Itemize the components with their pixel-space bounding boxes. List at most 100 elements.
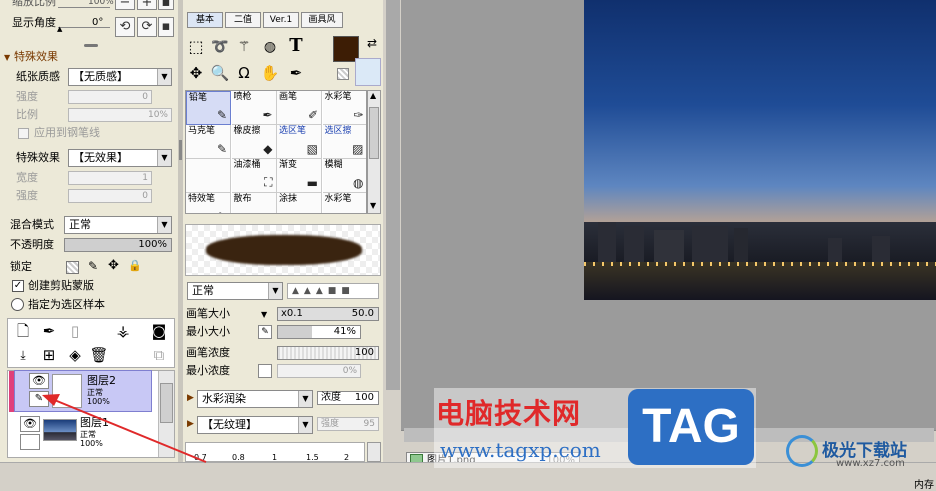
brush-slot[interactable]: 涂抹〜 — [277, 193, 322, 213]
clip-mask-checkbox[interactable]: ✓ — [12, 280, 24, 292]
brush-scroll-thumb[interactable] — [369, 107, 379, 159]
min-density-toggle[interactable] — [258, 364, 272, 378]
eyedropper-icon[interactable]: ✒ — [285, 62, 307, 84]
apply-pen-checkbox[interactable] — [18, 128, 29, 139]
min-density-bar[interactable]: 0% — [277, 364, 361, 378]
brush-scrollbar[interactable]: ▲ ▼ — [367, 90, 381, 214]
size-preset[interactable]: 0.8 — [232, 453, 245, 462]
brush-slot[interactable]: 渐变 ▬ — [277, 159, 322, 193]
scroll-down-icon[interactable]: ▼ — [370, 201, 376, 210]
brush-size-bar[interactable]: x0.1 50.0 — [277, 307, 379, 321]
dropdown-arrow-icon: ▼ — [298, 417, 312, 433]
zoom-in-button[interactable]: + — [137, 0, 157, 10]
lock-paint-icon[interactable]: ✎ — [88, 259, 98, 273]
size-preset[interactable]: 1.5 — [306, 453, 319, 462]
preset-scrollbar[interactable] — [367, 442, 381, 462]
tab-paint-style[interactable]: 画具风 — [301, 12, 343, 28]
merge-visible-icon[interactable]: ⊞ — [38, 344, 60, 366]
lock-all-icon[interactable]: 🔒 — [128, 259, 142, 272]
rotate-tool-icon[interactable]: Ω — [233, 62, 255, 84]
mid-splitter[interactable] — [383, 0, 401, 462]
magic-wand-icon[interactable]: ⚚ — [233, 36, 255, 58]
rotate-reset-button[interactable]: ▪ — [158, 17, 174, 37]
new-folder-icon[interactable]: ▯ — [64, 320, 86, 342]
opacity-bar[interactable]: 100% — [64, 238, 172, 252]
blend-mode-select[interactable]: 正常 ▼ — [64, 216, 172, 234]
strength2-bar[interactable]: 0 — [68, 189, 152, 203]
brush-slot[interactable]: 油漆桶 ⛶ — [231, 159, 277, 193]
brush-slot[interactable]: 特效笔 ✎ — [186, 193, 231, 213]
min-size-toggle[interactable]: ✎ — [258, 325, 272, 339]
secondary-color-swatch[interactable] — [355, 58, 381, 86]
scroll-up-icon[interactable]: ▲ — [370, 91, 376, 100]
texture-select[interactable]: 【无纹理】 ▼ — [197, 416, 313, 434]
brush-slot[interactable] — [186, 159, 231, 193]
lasso-select-icon[interactable]: ➰ — [209, 36, 231, 58]
zoom-out-button[interactable]: − — [115, 0, 135, 10]
visibility-eye-icon[interactable]: 👁 — [29, 373, 49, 389]
brush-slot[interactable]: 水彩笔✑ — [322, 91, 366, 125]
min-size-bar[interactable]: 41% — [277, 325, 361, 339]
special-effect-select[interactable]: 【无效果】 ▼ — [68, 149, 172, 167]
rotate-left-icon[interactable]: ⟲ — [115, 17, 135, 37]
blend-tool-select[interactable]: 水彩润染 ▼ — [197, 390, 313, 408]
angle-slider-thumb-icon[interactable]: ▲ — [57, 25, 62, 33]
move-tool-icon[interactable]: ✥ — [185, 62, 207, 84]
paper-texture-select[interactable]: 【无质感】 ▼ — [68, 68, 172, 86]
collapse-triangle-icon[interactable]: ▼ — [4, 53, 10, 62]
texture-strength-bar[interactable]: 强度 95 — [317, 417, 379, 431]
brush-icon: ◍ — [353, 176, 364, 190]
shape-select-icon[interactable]: ◍ — [259, 36, 281, 58]
canvas-area[interactable] — [401, 0, 936, 430]
size-mult-arrow-icon[interactable]: ▼ — [261, 310, 267, 319]
zoom-reset-button[interactable]: ▪ — [158, 0, 174, 10]
hand-tool-icon[interactable]: ✋ — [259, 62, 281, 84]
lock-move-icon[interactable]: ✥ — [108, 258, 119, 273]
new-layer-icon[interactable]: 🗋 — [12, 320, 34, 342]
delete-layer-icon[interactable]: 🗑 — [88, 344, 110, 366]
brush-slot[interactable]: 橡皮擦 ◆ — [231, 125, 277, 159]
brush-shape-picker[interactable]: ▲▲▲■■ — [287, 283, 379, 299]
merge-down-icon[interactable]: ⤓ — [12, 344, 34, 366]
new-pen-layer-icon[interactable]: ✒ — [38, 320, 60, 342]
brush-slot[interactable]: 选区笔 ▧ — [277, 125, 322, 159]
special-effects-header[interactable]: 特殊效果 — [14, 50, 58, 64]
splitter-grip[interactable] — [179, 140, 182, 160]
rect-select-icon[interactable]: ⬚ — [185, 36, 207, 58]
v-scroll-track[interactable] — [386, 0, 400, 390]
layer-effect-icon[interactable]: ⚶ — [112, 320, 134, 342]
brush-slot[interactable]: 喷枪 ✒ — [231, 91, 277, 125]
transparent-color-icon[interactable] — [337, 68, 349, 80]
brush-slot[interactable]: 水彩笔✑ — [322, 193, 366, 213]
swap-colors-icon[interactable]: ⇄ — [367, 36, 377, 50]
tab-binary[interactable]: 二值 — [225, 12, 261, 28]
brush-slot[interactable]: 马克笔 ✎ — [186, 125, 231, 159]
text-tool-icon[interactable]: T — [285, 35, 307, 57]
tab-basic[interactable]: 基本 — [187, 12, 223, 28]
panel-divider-handle[interactable] — [84, 44, 98, 47]
blend-density-bar[interactable]: 浓度 100 — [317, 391, 379, 405]
lock-transparency-icon[interactable] — [66, 261, 79, 274]
brush-slot[interactable]: 散布 ∴ — [231, 193, 277, 213]
ratio-bar[interactable]: 10% — [68, 108, 172, 122]
selection-source-radio[interactable] — [11, 298, 24, 311]
brush-slot[interactable]: 模糊 ◍ — [322, 159, 366, 193]
strength-bar[interactable]: 0 — [68, 90, 152, 104]
canvas-image[interactable] — [584, 0, 936, 300]
tab-ver1[interactable]: Ver.1 — [263, 12, 299, 28]
zoom-tool-icon[interactable]: 🔍 — [209, 62, 231, 84]
brush-slot[interactable]: 铅笔 ✎ — [186, 91, 231, 125]
width-bar[interactable]: 1 — [68, 171, 152, 185]
clear-layer-icon[interactable]: ◈ — [64, 344, 86, 366]
rotate-right-icon[interactable]: ⟳ — [137, 17, 157, 37]
size-preset[interactable]: 1 — [272, 453, 277, 462]
angle-value: 0° — [92, 17, 104, 28]
min-size-fill — [278, 326, 312, 338]
density-bar[interactable]: 100 — [277, 346, 379, 360]
brush-slot[interactable]: 选区擦 ▨ — [322, 125, 366, 159]
layer-mask-icon[interactable]: ◙ — [148, 320, 170, 342]
brush-slot[interactable]: 画笔 ✐ — [277, 91, 322, 125]
layer-duplicate-icon[interactable]: ⧉ — [148, 344, 170, 366]
size-preset[interactable]: 2 — [344, 453, 349, 462]
brush-mode-select[interactable]: 正常 ▼ — [187, 282, 283, 300]
